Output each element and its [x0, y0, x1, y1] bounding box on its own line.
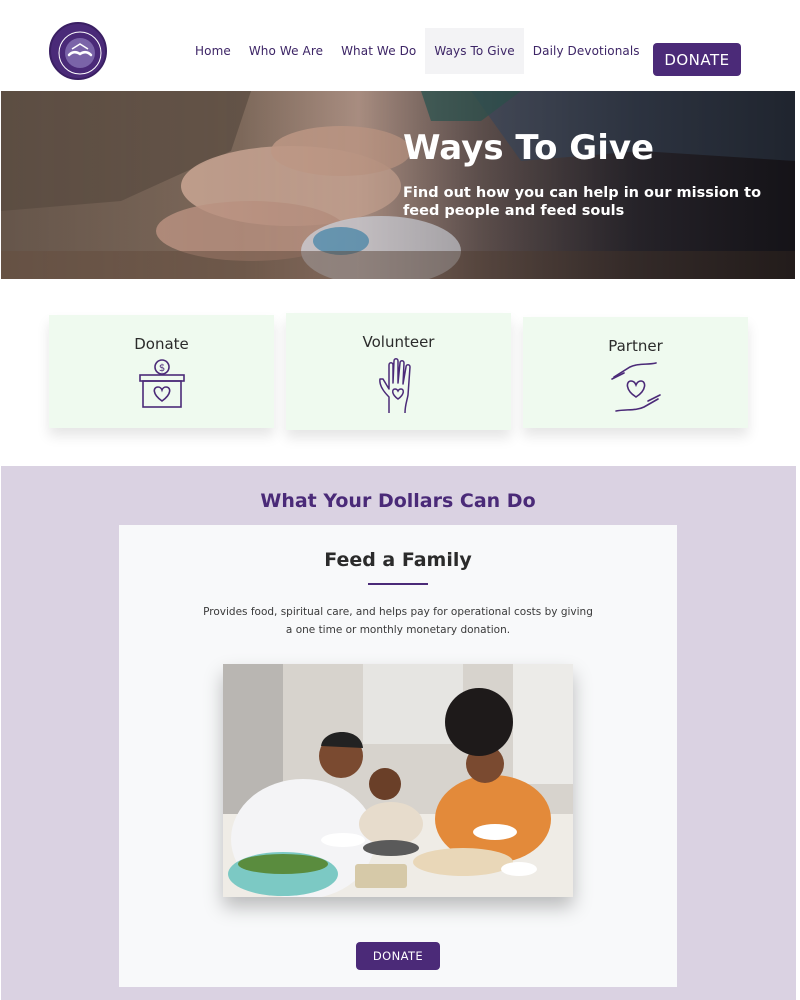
partner-card[interactable]: Partner — [523, 317, 748, 428]
main-nav: Home Who We Are What We Do Ways To Give … — [186, 28, 649, 74]
nav-item-daily-devotionals[interactable]: Daily Devotionals — [524, 28, 649, 74]
hands-heart-icon — [610, 362, 661, 412]
nav-item-who-we-are[interactable]: Who We Are — [240, 28, 332, 74]
partner-card-title: Partner — [608, 337, 663, 355]
panel-description: Provides food, spiritual care, and helps… — [203, 606, 593, 636]
nav-item-what-we-do[interactable]: What We Do — [332, 28, 425, 74]
volunteer-card[interactable]: Volunteer — [286, 313, 511, 430]
donate-card-title: Donate — [134, 335, 189, 353]
header-donate-button[interactable]: DONATE — [653, 43, 741, 76]
feed-a-family-panel: Feed a Family Provides food, spiritual c… — [119, 525, 677, 987]
panel-title: Feed a Family — [324, 549, 472, 571]
overcomers-charities-logo[interactable] — [49, 22, 107, 80]
site-header: Home Who We Are What We Do Ways To Give … — [0, 0, 800, 91]
dollars-heading: What Your Dollars Can Do — [260, 490, 536, 512]
donate-card[interactable]: Donate $ — [49, 315, 274, 428]
title-underline — [368, 583, 428, 585]
nav-item-ways-to-give[interactable]: Ways To Give — [425, 28, 524, 74]
raised-hand-heart-icon — [378, 358, 411, 414]
hero-subtitle: Find out how you can help in our mission… — [403, 185, 762, 219]
hero-title: Ways To Give — [403, 128, 655, 168]
feed-family-donate-button[interactable]: DONATE — [356, 942, 440, 970]
nav-item-home[interactable]: Home — [186, 28, 240, 74]
family-meal-photo — [223, 664, 573, 897]
svg-text:$: $ — [158, 363, 164, 374]
donation-box-icon: $ — [138, 359, 185, 408]
volunteer-card-title: Volunteer — [362, 333, 435, 351]
